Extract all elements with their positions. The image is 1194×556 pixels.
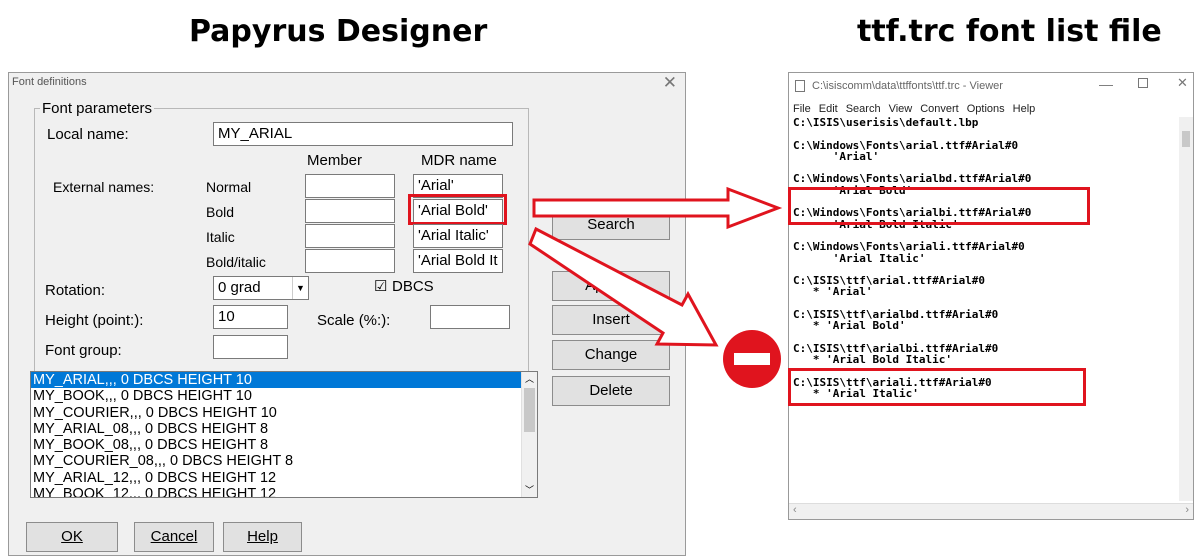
arrows-overlay: [528, 186, 783, 388]
arrow-down-right-icon: [528, 226, 719, 347]
no-entry-icon: [723, 330, 781, 388]
arrow-right-icon: [532, 186, 783, 230]
